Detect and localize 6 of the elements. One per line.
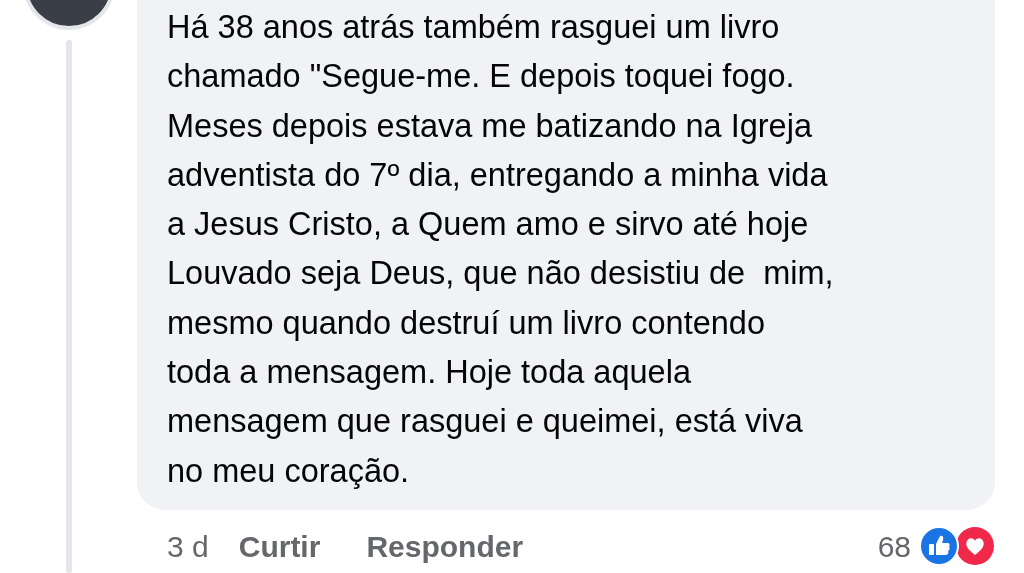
comment-text: Há 38 anos atrás também rasguei um livro chamado "Segue-me. E depois toquei fogo. Meses depois estava me batizando na Igreja adventista do 7º dia, entregando a minha vida a Jesus Cristo, a Quem amo e sirvo até hoje Louvado seja Deus, que não desistiu de mim, mesmo quando destruí um livro contendo toda a mensagem. Hoje toda aquela mensagem que rasguei e queimei, está viva no meu coração. (167, 8, 835, 491)
reply-button[interactable]: Responder (366, 523, 524, 569)
timestamp[interactable]: 3 d (167, 523, 209, 569)
like-button[interactable]: Curtir (238, 523, 321, 569)
reaction-count[interactable]: 68 (877, 523, 911, 569)
thumbs-up-icon[interactable] (919, 526, 959, 567)
